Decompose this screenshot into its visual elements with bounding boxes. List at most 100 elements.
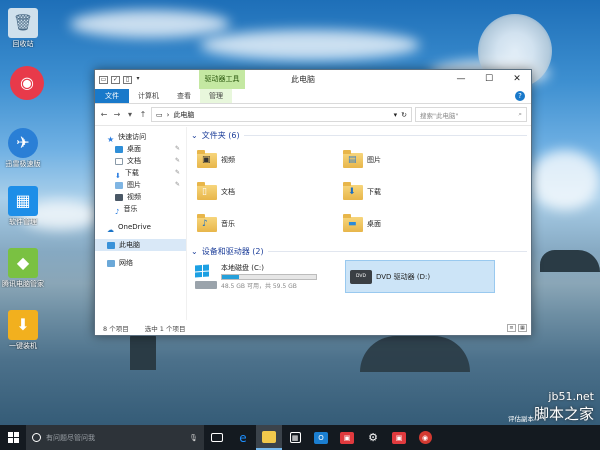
nav-item-downloads[interactable]: ⬇ 下载 ✎ (95, 167, 186, 180)
taskbar-file-explorer[interactable] (256, 425, 282, 450)
cloud (200, 30, 420, 60)
windows-drive-icon (195, 264, 217, 289)
status-bar: 8 个项目 选中 1 个项目 ≡ ▦ (95, 320, 531, 335)
details-view-icon[interactable]: ≡ (507, 323, 516, 332)
folder-downloads[interactable]: ⬇ 下载 (191, 176, 491, 208)
desktop-icon-label: 腾讯电脑管家 (2, 280, 44, 288)
nav-item-this-pc[interactable]: 此电脑 (95, 239, 186, 251)
desktop-icon-tencent-manager[interactable]: ◆ 腾讯电脑管家 (0, 248, 46, 288)
desktop-icon-media-player[interactable]: ◉ (4, 66, 50, 102)
chevron-down-icon[interactable]: ▾ (135, 75, 141, 84)
taskbar: 有问题尽管问我 🎙 e ▦ O ▣ ⚙ ▣ ◉ (0, 425, 600, 450)
nav-item-quick-access[interactable]: ★ 快速访问 (95, 131, 186, 144)
folder-label: 下载 (367, 188, 381, 196)
nav-item-onedrive[interactable]: ☁ OneDrive (95, 221, 186, 234)
desktop-icon-thunder[interactable]: ✈ 迅雷极速版 (0, 128, 46, 168)
drives-group-header[interactable]: ⌄ 设备和驱动器 (2) (191, 245, 527, 258)
drive-usage-bar (221, 274, 317, 280)
forward-arrow-icon[interactable]: → (112, 110, 122, 119)
search-placeholder: 搜索"此电脑" (420, 111, 459, 120)
cortana-search-box[interactable]: 有问题尽管问我 🎙 (26, 425, 204, 450)
up-arrow-icon[interactable]: ↑ (138, 110, 148, 119)
folder-pictures[interactable]: ▤ 图片 (191, 144, 491, 176)
app-red-icon: ▣ (340, 431, 354, 444)
pin-icon: ✎ (174, 169, 180, 176)
search-input[interactable]: 搜索"此电脑" ⌕ (415, 107, 527, 122)
app-red2-icon: ▣ (392, 431, 406, 444)
task-view-icon (211, 433, 223, 442)
nav-item-pictures[interactable]: 图片 ✎ (95, 179, 186, 191)
tab-file[interactable]: 文件 (95, 89, 129, 103)
drive-c[interactable]: 本地磁盘 (C:) 48.5 GB 可用，共 59.5 GB (191, 260, 341, 293)
back-arrow-icon[interactable]: ← (99, 110, 109, 119)
microphone-icon[interactable]: 🎙 (189, 434, 198, 442)
help-button[interactable]: ? (515, 91, 525, 101)
minimize-button[interactable]: — (447, 70, 475, 89)
desktop-icon-label: 一键装机 (9, 342, 37, 350)
desktop-icon-recycle-bin[interactable]: 🗑 回收站 (0, 8, 46, 48)
desktop-icon-software-manager[interactable]: ▦ 软件管理 (0, 186, 46, 226)
recent-chevron-icon[interactable]: ▾ (125, 110, 135, 119)
taskbar-outlook[interactable]: O (308, 425, 334, 450)
explorer-body: ★ 快速访问 桌面 ✎ 文档 ✎ ⬇ 下载 ✎ 图片 ✎ 视频 ♪ 音乐 ☁ O… (95, 127, 531, 320)
large-icons-view-icon[interactable]: ▦ (518, 323, 527, 332)
taskbar-store[interactable]: ▦ (282, 425, 308, 450)
nav-label: OneDrive (118, 223, 151, 231)
navigation-pane: ★ 快速访问 桌面 ✎ 文档 ✎ ⬇ 下载 ✎ 图片 ✎ 视频 ♪ 音乐 ☁ O… (95, 127, 187, 320)
star-icon: ★ (107, 134, 115, 144)
computer-icon: ▭ (156, 110, 163, 119)
address-dropdown-icon[interactable]: ▾ (394, 111, 398, 119)
address-bar[interactable]: ▭ › 此电脑 ▾ ↻ (151, 107, 412, 122)
nav-label: 视频 (127, 193, 141, 201)
tab-manage[interactable]: 管理 (200, 89, 232, 103)
folder-desktop[interactable]: ▬ 桌面 (191, 208, 491, 240)
close-button[interactable]: ✕ (503, 70, 531, 89)
nav-label: 桌面 (127, 145, 141, 153)
taskbar-edge[interactable]: e (230, 425, 256, 450)
desktop-folder-icon: ▬ (343, 213, 363, 232)
taskbar-netease-music[interactable]: ◉ (412, 425, 438, 450)
breadcrumb-separator-icon: › (166, 110, 170, 119)
properties-icon[interactable]: ✓ (111, 75, 120, 84)
installer-icon: ⬇ (8, 310, 38, 340)
tab-computer[interactable]: 计算机 (129, 89, 168, 103)
maximize-button[interactable]: ☐ (475, 70, 503, 89)
status-item-count: 8 个项目 (103, 324, 129, 333)
refresh-icon[interactable]: ↻ (401, 111, 407, 119)
drive-d[interactable]: DVD DVD 驱动器 (D:) (345, 260, 495, 293)
breadcrumb[interactable]: 此电脑 (173, 110, 194, 120)
nav-item-videos[interactable]: 视频 (95, 191, 186, 203)
network-icon (107, 259, 115, 267)
windows-logo-icon (7, 432, 19, 443)
nav-label: 音乐 (123, 205, 138, 213)
group-title: 设备和驱动器 (2) (201, 247, 264, 256)
store-icon: ▦ (289, 432, 301, 443)
tab-view[interactable]: 查看 (168, 89, 200, 103)
sea-rock (130, 330, 156, 370)
nav-item-network[interactable]: 网络 (95, 257, 186, 269)
download-arrow-icon: ⬇ (115, 171, 121, 180)
folders-group-header[interactable]: ⌄ 文件夹 (6) (191, 129, 527, 142)
nav-item-music[interactable]: ♪ 音乐 (95, 203, 186, 216)
sea-rock (360, 336, 470, 372)
taskbar-task-view[interactable] (204, 425, 230, 450)
group-title: 文件夹 (6) (201, 131, 240, 140)
desktop-icon-installer[interactable]: ⬇ 一键装机 (0, 310, 46, 350)
taskbar-app-red[interactable]: ▣ (334, 425, 360, 450)
folders-grid: ▣ 视频 ▤ 图片 ▯ 文档 ⬇ 下载 ♪ 音乐 ▬ 桌面 (191, 142, 527, 241)
computer-icon (107, 241, 115, 249)
pin-icon: ✎ (174, 145, 180, 152)
search-icon: ⌕ (518, 110, 522, 118)
recycle-bin-icon: 🗑 (8, 8, 38, 38)
title-bar[interactable]: ▭ ✓ ▯ ▾ 驱动器工具 此电脑 — ☐ ✕ (95, 70, 531, 89)
start-button[interactable] (0, 425, 26, 450)
nav-item-desktop[interactable]: 桌面 ✎ (95, 143, 186, 155)
tencent-manager-icon: ◆ (8, 248, 38, 278)
edge-icon: e (239, 430, 247, 445)
settings-icon: ⚙ (368, 431, 378, 444)
taskbar-app-red2[interactable]: ▣ (386, 425, 412, 450)
new-folder-icon[interactable]: ▯ (123, 75, 132, 84)
nav-item-documents[interactable]: 文档 ✎ (95, 155, 186, 167)
videos-icon (115, 193, 123, 201)
taskbar-settings[interactable]: ⚙ (360, 425, 386, 450)
